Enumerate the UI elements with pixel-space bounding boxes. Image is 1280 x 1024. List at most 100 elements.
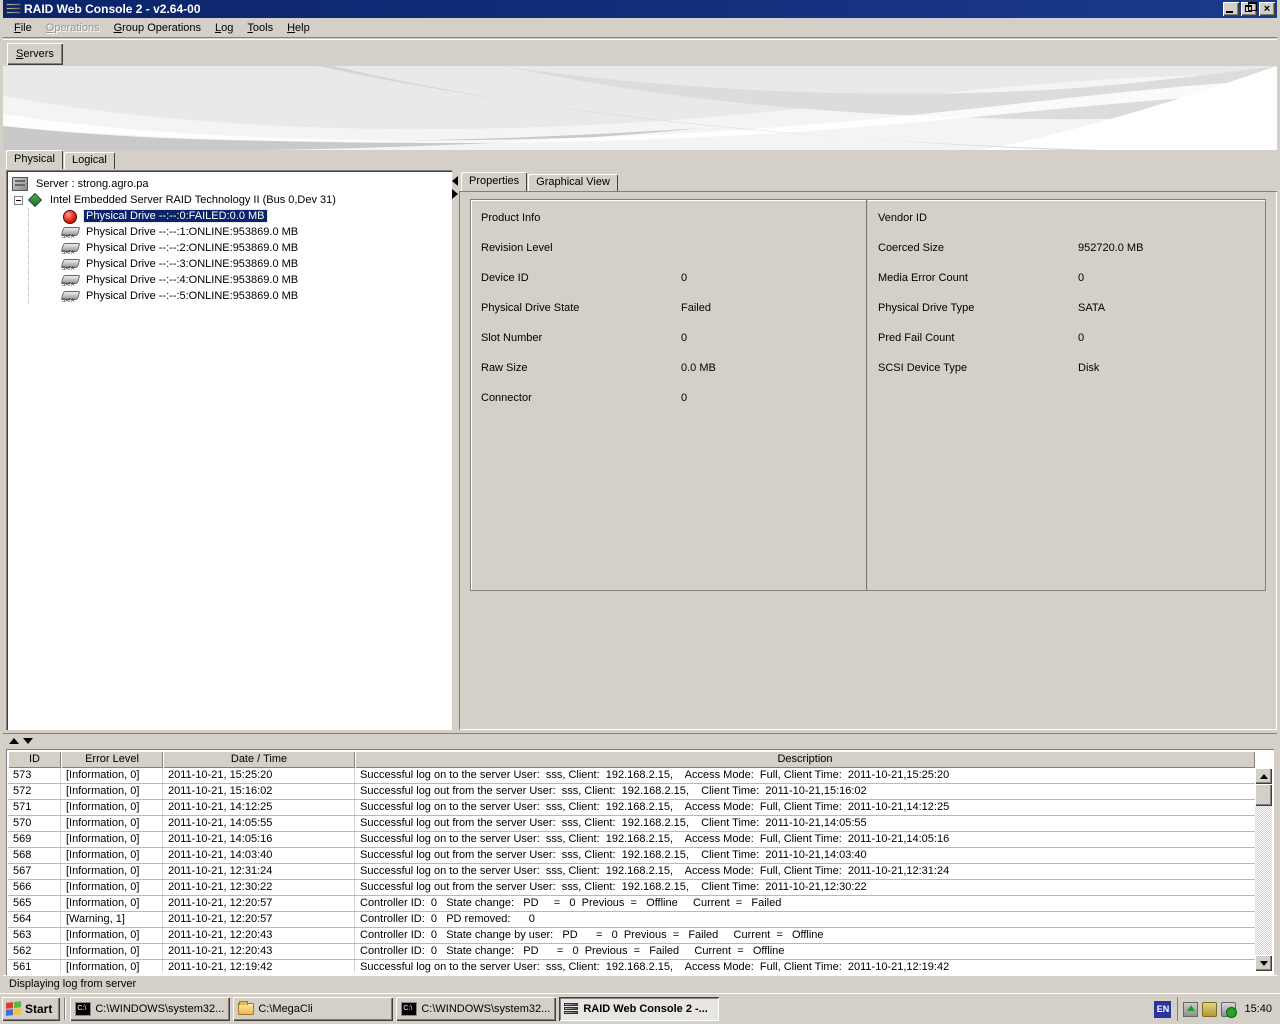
wave-art — [3, 66, 1277, 150]
collapse-minus-icon[interactable] — [14, 196, 23, 205]
menu-item[interactable]: Help — [280, 20, 317, 36]
task-button[interactable]: C:\MegaCli — [233, 997, 393, 1021]
log-row[interactable]: 562 [Information, 0] 2011-10-21, 12:20:4… — [8, 944, 1255, 960]
property-value: 0 — [681, 272, 687, 302]
server-icon — [12, 177, 28, 191]
restore-icon — [1245, 5, 1252, 12]
taskbar-separator — [64, 998, 66, 1020]
scroll-up-button[interactable] — [1255, 768, 1272, 784]
raid-agent-tray-icon[interactable] — [1202, 1002, 1217, 1017]
collapse-left-icon[interactable] — [452, 176, 458, 186]
menu-item[interactable]: File — [7, 20, 39, 36]
properties-tab[interactable]: Graphical View — [528, 174, 618, 191]
clock[interactable]: 15:40 — [1244, 1003, 1272, 1015]
drive-label: Physical Drive --:--:3:ONLINE:953869.0 M… — [84, 258, 300, 270]
log-row[interactable]: 573 [Information, 0] 2011-10-21, 15:25:2… — [8, 768, 1255, 784]
property-value: SATA — [1078, 302, 1105, 332]
status-bar: Displaying log from server — [3, 975, 1277, 993]
menu-bar: File Operations Group Operations Log Too… — [3, 18, 1277, 38]
drive-label: Physical Drive --:--:4:ONLINE:953869.0 M… — [84, 274, 300, 286]
tree-drive-row[interactable]: Physical Drive --:--:1:ONLINE:953869.0 M… — [12, 224, 448, 240]
tree-drive-row[interactable]: Physical Drive --:--:4:ONLINE:953869.0 M… — [12, 272, 448, 288]
property-label: SCSI Device Type — [878, 362, 1078, 392]
property-label: Raw Size — [481, 362, 681, 392]
tree-drive-row[interactable]: Physical Drive --:--:2:ONLINE:953869.0 M… — [12, 240, 448, 256]
log-row[interactable]: 568 [Information, 0] 2011-10-21, 14:03:4… — [8, 848, 1255, 864]
log-id-cell: 570 — [8, 816, 61, 831]
log-id-cell: 564 — [8, 912, 61, 927]
safely-remove-hardware-icon[interactable] — [1183, 1002, 1198, 1017]
menu-item[interactable]: Tools — [240, 20, 280, 36]
tree-connector-line — [28, 240, 62, 256]
log-level-cell: [Information, 0] — [61, 848, 163, 863]
task-button-icon — [238, 1003, 254, 1015]
log-row[interactable]: 566 [Information, 0] 2011-10-21, 12:30:2… — [8, 880, 1255, 896]
start-button[interactable]: Start — [2, 997, 60, 1021]
log-table: ID Error Level Date / Time Description 5… — [8, 751, 1255, 973]
log-row[interactable]: 565 [Information, 0] 2011-10-21, 12:20:5… — [8, 896, 1255, 912]
window-title: RAID Web Console 2 - v2.64-00 — [24, 2, 1221, 16]
event-log: ID Error Level Date / Time Description 5… — [6, 749, 1274, 975]
log-description-cell: Successful log on to the server User: ss… — [355, 864, 1255, 879]
expand-down-icon[interactable] — [23, 738, 33, 744]
log-id-cell: 572 — [8, 784, 61, 799]
log-description-cell: Successful log on to the server User: ss… — [355, 768, 1255, 783]
log-row[interactable]: 571 [Information, 0] 2011-10-21, 14:12:2… — [8, 800, 1255, 816]
log-level-cell: [Information, 0] — [61, 800, 163, 815]
pane-divider[interactable] — [3, 733, 1277, 748]
close-icon: × — [1264, 4, 1270, 14]
column-header-description[interactable]: Description — [355, 751, 1255, 768]
properties-tabstrip: Properties Graphical View — [461, 172, 619, 191]
title-bar[interactable]: RAID Web Console 2 - v2.64-00 × — [3, 0, 1277, 18]
column-header-date-time[interactable]: Date / Time — [163, 751, 355, 768]
tree-drive-row[interactable]: Physical Drive --:--:0:FAILED:0.0 MB — [12, 208, 448, 224]
close-button[interactable]: × — [1259, 2, 1275, 16]
raid-service-tray-icon[interactable] — [1221, 1002, 1236, 1017]
log-row[interactable]: 564 [Warning, 1] 2011-10-21, 12:20:57 Co… — [8, 912, 1255, 928]
property-label: Pred Fail Count — [878, 332, 1078, 362]
column-header-id[interactable]: ID — [8, 751, 61, 768]
expand-up-icon[interactable] — [9, 738, 19, 744]
task-button[interactable]: C:\ C:\WINDOWS\system32... — [70, 997, 230, 1021]
tree-drive-row[interactable]: Physical Drive --:--:5:ONLINE:953869.0 M… — [12, 288, 448, 304]
property-row: Product Info — [481, 212, 866, 242]
task-button[interactable]: RAID Web Console 2 -... — [559, 997, 719, 1021]
log-row[interactable]: 561 [Information, 0] 2011-10-21, 12:19:4… — [8, 960, 1255, 973]
log-rows: 573 [Information, 0] 2011-10-21, 15:25:2… — [8, 768, 1255, 973]
collapse-right-icon[interactable] — [452, 189, 458, 199]
log-row[interactable]: 570 [Information, 0] 2011-10-21, 14:05:5… — [8, 816, 1255, 832]
menu-item[interactable]: Log — [208, 20, 240, 36]
properties-tab[interactable]: Properties — [461, 172, 527, 191]
minimize-button[interactable] — [1223, 2, 1239, 16]
log-row[interactable]: 569 [Information, 0] 2011-10-21, 14:05:1… — [8, 832, 1255, 848]
column-header-error-level[interactable]: Error Level — [61, 751, 163, 768]
menu-item[interactable]: Group Operations — [107, 20, 208, 36]
log-row[interactable]: 572 [Information, 0] 2011-10-21, 15:16:0… — [8, 784, 1255, 800]
property-label: Physical Drive State — [481, 302, 681, 332]
task-button-icon: C:\ — [401, 1002, 417, 1016]
tree-drive-row[interactable]: Physical Drive --:--:3:ONLINE:953869.0 M… — [12, 256, 448, 272]
tree-server-row[interactable]: Server : strong.agro.pa — [12, 176, 448, 192]
log-description-cell: Successful log out from the server User:… — [355, 848, 1255, 863]
tree-controller-row[interactable]: Intel Embedded Server RAID Technology II… — [12, 192, 448, 208]
log-row[interactable]: 567 [Information, 0] 2011-10-21, 12:31:2… — [8, 864, 1255, 880]
log-level-cell: [Warning, 1] — [61, 912, 163, 927]
view-tab[interactable]: Physical — [6, 150, 63, 169]
servers-button[interactable]: Servers — [7, 43, 63, 65]
properties-box: Product Info Revision Level Device ID — [470, 199, 1266, 591]
log-scrollbar[interactable] — [1255, 768, 1272, 971]
scroll-down-button[interactable] — [1255, 955, 1272, 971]
restore-button[interactable] — [1241, 2, 1257, 16]
taskbar: Start C:\ C:\WINDOWS\system32... C:\Mega… — [0, 993, 1280, 1024]
drive-state-icon — [62, 273, 80, 288]
menu-item[interactable]: Operations — [39, 20, 107, 36]
scroll-thumb[interactable] — [1255, 784, 1272, 806]
language-indicator[interactable]: EN — [1154, 1001, 1171, 1018]
start-label: Start — [25, 1002, 52, 1016]
log-date-cell: 2011-10-21, 12:20:43 — [163, 928, 355, 943]
task-button[interactable]: C:\ C:\WINDOWS\system32... — [396, 997, 556, 1021]
main-area: Server : strong.agro.pa Intel Embedded S… — [3, 169, 1277, 733]
log-description-cell: Successful log on to the server User: ss… — [355, 800, 1255, 815]
view-tab[interactable]: Logical — [64, 152, 115, 169]
log-row[interactable]: 563 [Information, 0] 2011-10-21, 12:20:4… — [8, 928, 1255, 944]
